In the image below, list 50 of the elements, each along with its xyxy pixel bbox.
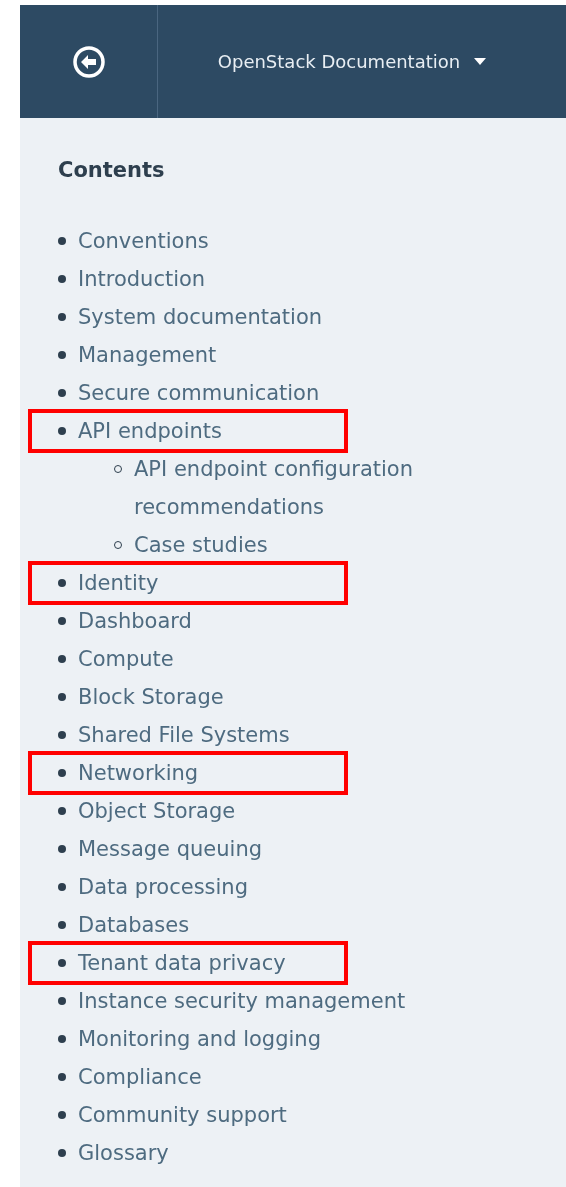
- bullet-icon: [58, 769, 66, 777]
- contents-link[interactable]: Community support: [78, 1096, 287, 1134]
- contents-link[interactable]: API endpoint configuration recommendations: [134, 450, 504, 526]
- contents-link[interactable]: System documentation: [78, 298, 323, 336]
- bullet-icon: [58, 693, 66, 701]
- bullet-icon: [58, 1149, 66, 1157]
- contents-link[interactable]: Management: [78, 336, 217, 374]
- contents-heading: Contents: [58, 158, 166, 182]
- contents-link[interactable]: Case studies: [134, 526, 268, 564]
- contents-link[interactable]: API endpoints: [78, 412, 222, 450]
- bullet-icon: [58, 731, 66, 739]
- contents-link[interactable]: Networking: [78, 754, 199, 792]
- bullet-icon: [58, 1035, 66, 1043]
- bullet-icon: [58, 275, 66, 283]
- contents-link[interactable]: Secure communication: [78, 374, 320, 412]
- documentation-menu[interactable]: OpenStack Documentation: [158, 5, 566, 118]
- back-icon: [71, 44, 106, 79]
- bullet-icon: [58, 351, 66, 359]
- contents-link[interactable]: Glossary: [78, 1134, 169, 1172]
- caret-icon: [474, 58, 487, 65]
- bullet-icon: [58, 427, 66, 435]
- bullet-icon: [58, 997, 66, 1005]
- bullet-icon: [58, 617, 66, 625]
- contents-link[interactable]: Message queuing: [78, 830, 263, 868]
- contents-link[interactable]: Introduction: [78, 260, 206, 298]
- bullet-icon: [58, 921, 66, 929]
- contents-link[interactable]: Compute: [78, 640, 174, 678]
- bullet-icon: [58, 237, 66, 245]
- bullet-icon: [58, 845, 66, 853]
- bullet-icon: [58, 579, 66, 587]
- contents-link[interactable]: Databases: [78, 906, 190, 944]
- contents-link[interactable]: Shared File Systems: [78, 716, 290, 754]
- bullet-icon: [58, 883, 66, 891]
- contents-link[interactable]: Data processing: [78, 868, 248, 906]
- bullet-icon: [58, 959, 66, 967]
- contents-link[interactable]: Monitoring and logging: [78, 1020, 321, 1058]
- contents-link[interactable]: Dashboard: [78, 602, 192, 640]
- contents-link[interactable]: Identity: [78, 564, 159, 602]
- bullet-icon: [58, 807, 66, 815]
- contents-link[interactable]: Instance security management: [78, 982, 406, 1020]
- contents-link[interactable]: Tenant data privacy: [78, 944, 286, 982]
- contents-link[interactable]: Conventions: [78, 222, 209, 260]
- bullet-icon: [58, 1111, 66, 1119]
- contents-link[interactable]: Object Storage: [78, 792, 236, 830]
- bullet-icon: [58, 655, 66, 663]
- contents-link[interactable]: Compliance: [78, 1058, 202, 1096]
- bullet-icon: [58, 389, 66, 397]
- bullet-icon: [58, 1073, 66, 1081]
- bullet-icon: [58, 313, 66, 321]
- contents-link[interactable]: Block Storage: [78, 678, 224, 716]
